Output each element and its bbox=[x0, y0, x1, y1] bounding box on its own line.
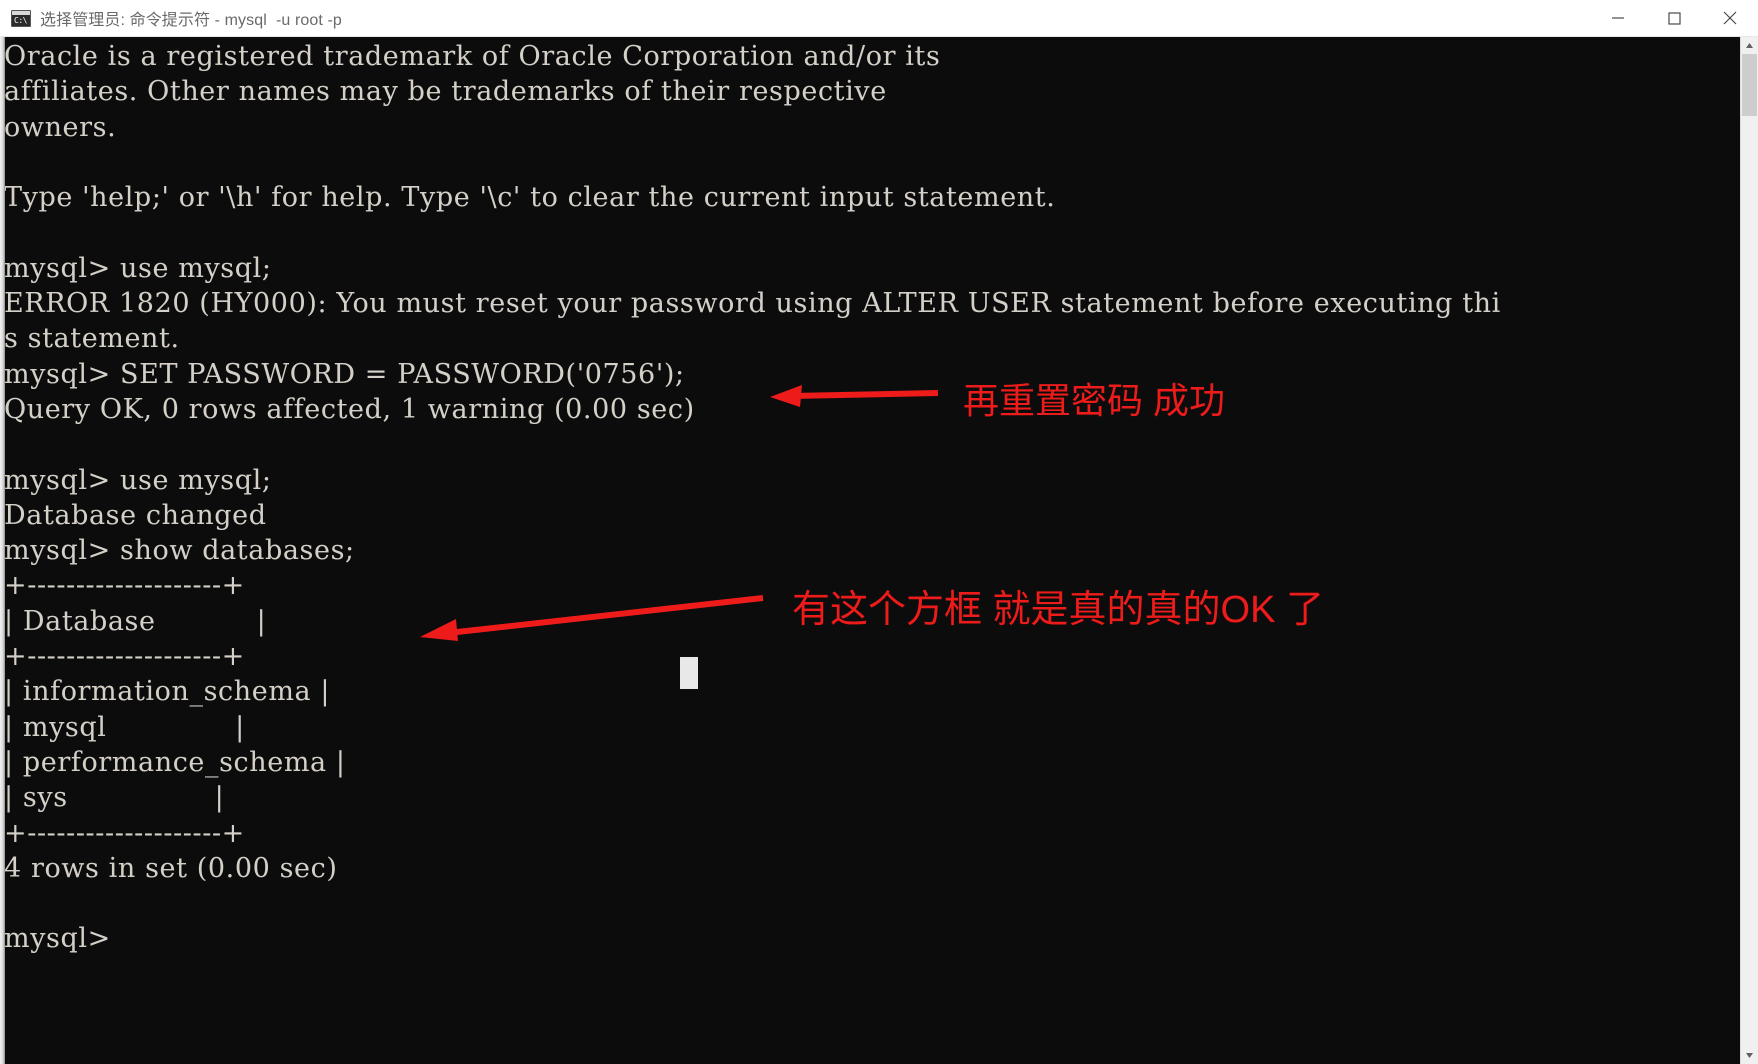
maximize-icon bbox=[1668, 12, 1681, 25]
block-cursor bbox=[680, 657, 698, 689]
console-scrollbar[interactable] bbox=[1740, 37, 1758, 1064]
minimize-icon bbox=[1612, 17, 1624, 19]
scrollbar-up-button[interactable] bbox=[1741, 37, 1758, 54]
scrollbar-down-button[interactable] bbox=[1741, 1047, 1758, 1064]
cmd-icon-glyph: C:\ bbox=[14, 15, 27, 25]
annotation-label-1: 再重置密码 成功 bbox=[963, 380, 1226, 421]
terminal-output: Oracle is a registered trademark of Orac… bbox=[4, 41, 1501, 955]
terminal-console[interactable]: Oracle is a registered trademark of Orac… bbox=[0, 37, 1758, 1064]
window-controls bbox=[1590, 0, 1758, 37]
cmd-icon[interactable]: C:\ bbox=[11, 9, 31, 27]
annotation-arrow-1 bbox=[770, 385, 939, 407]
console-left-edge bbox=[0, 37, 5, 1064]
maximize-button[interactable] bbox=[1646, 0, 1702, 37]
chevron-up-icon bbox=[1746, 43, 1753, 48]
cmd-window: C:\ 选择管理员: 命令提示符 - mysql -u root -p Orac… bbox=[0, 0, 1758, 1064]
close-icon bbox=[1723, 11, 1737, 25]
close-button[interactable] bbox=[1702, 0, 1758, 37]
scrollbar-thumb[interactable] bbox=[1742, 54, 1757, 116]
chevron-down-icon bbox=[1746, 1053, 1753, 1058]
window-titlebar[interactable]: C:\ 选择管理员: 命令提示符 - mysql -u root -p bbox=[0, 0, 1758, 37]
minimize-button[interactable] bbox=[1590, 0, 1646, 37]
annotation-arrow-2 bbox=[420, 595, 764, 641]
window-title: 选择管理员: 命令提示符 - mysql -u root -p bbox=[40, 12, 342, 29]
annotation-label-2: 有这个方框 就是真的真的OK 了 bbox=[792, 589, 1325, 631]
